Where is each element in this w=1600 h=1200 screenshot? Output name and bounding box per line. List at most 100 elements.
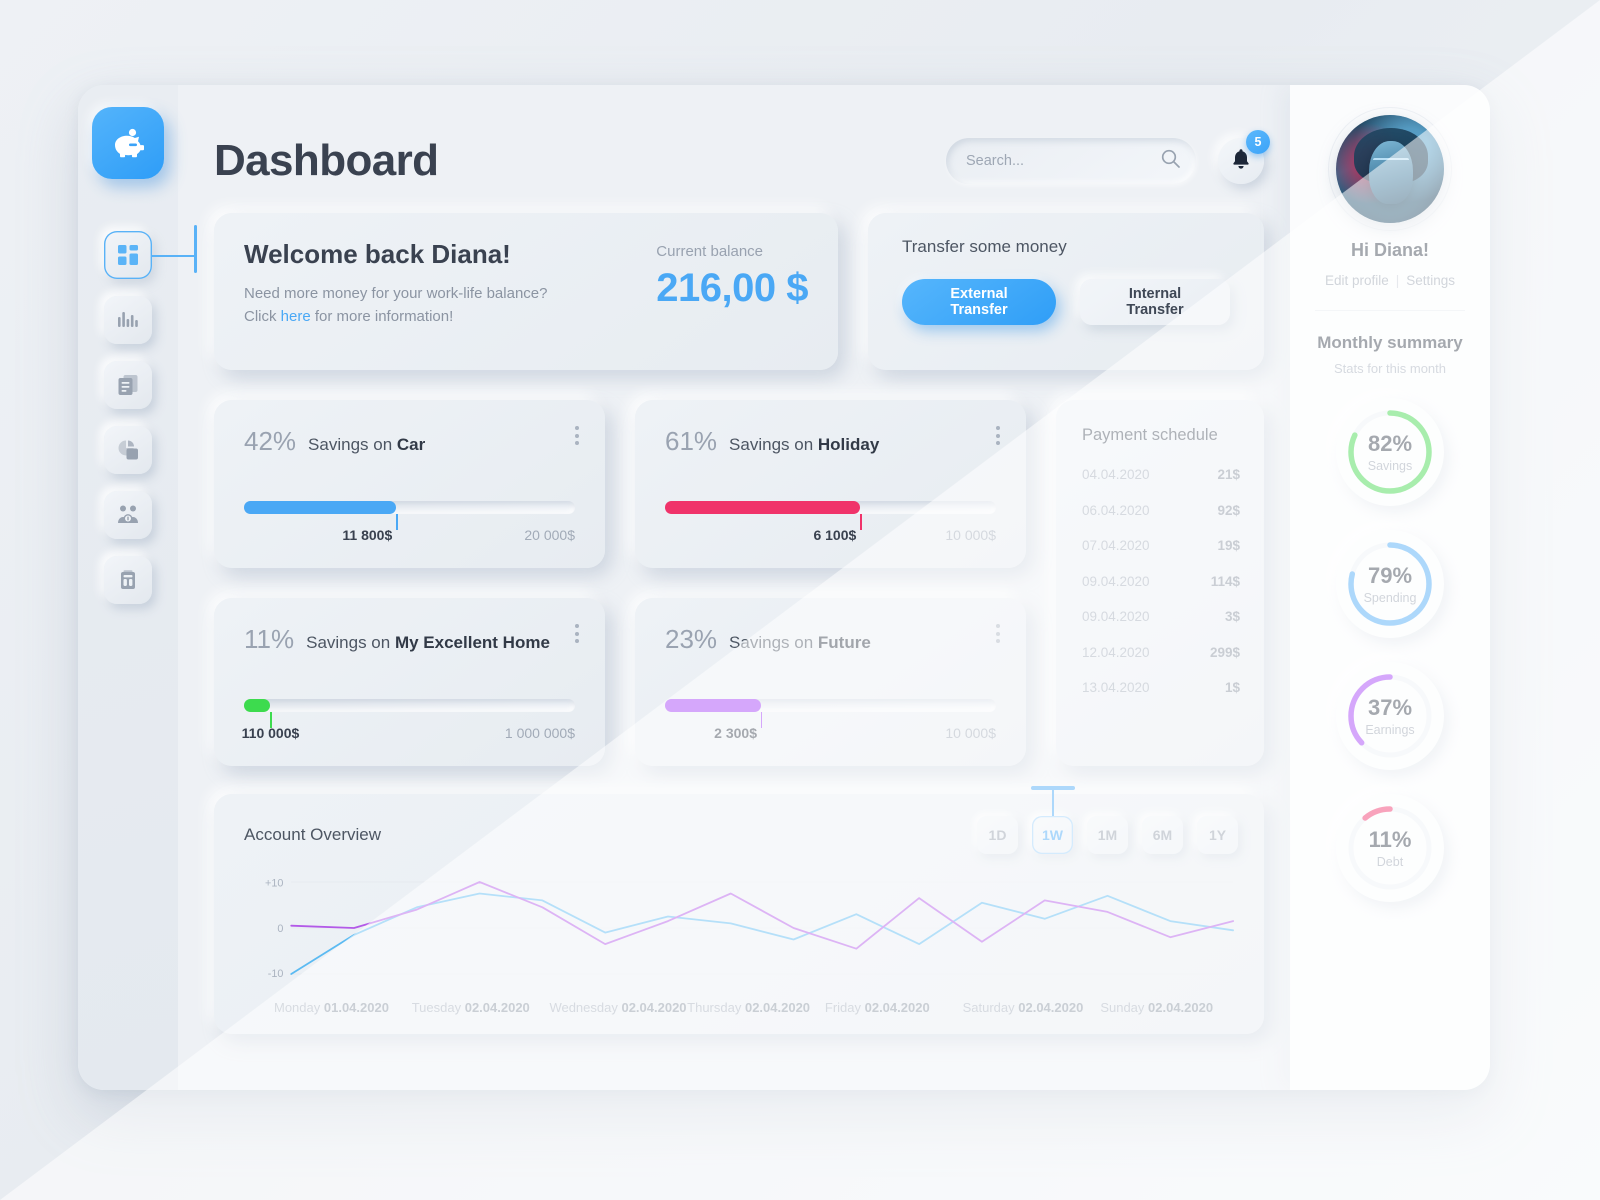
payment-amount: 19$ <box>1217 538 1240 553</box>
summary-rings: 82% Savings 79% Spending 37% Earnings 11% Debt <box>1336 398 1444 902</box>
range-button-1d[interactable]: 1D <box>977 816 1018 854</box>
account-overview-chart: +10 0 -10 <box>244 868 1238 988</box>
header-actions: 5 <box>946 130 1270 184</box>
internal-transfer-button[interactable]: Internal Transfer <box>1080 279 1230 325</box>
settings-link[interactable]: Settings <box>1406 273 1455 288</box>
chart-x-label-day: Sunday <box>1100 1000 1149 1015</box>
savings-progress-tick <box>760 712 763 728</box>
chart-x-label: Sunday 02.04.2020 <box>1100 1000 1238 1015</box>
chart-y-tick: -10 <box>268 968 284 980</box>
welcome-line-1: Need more money for your work-life balan… <box>244 285 548 302</box>
chart-x-label-day: Wednesday <box>549 1000 622 1015</box>
sidebar-item-documents[interactable] <box>104 361 152 409</box>
welcome-title: Welcome back Diana! <box>244 239 511 269</box>
ring-percent: 79% <box>1367 563 1413 588</box>
sidebar-item-analytics[interactable] <box>104 296 152 344</box>
savings-label: Savings on My Excellent Home <box>306 633 550 653</box>
payment-date: 04.04.2020 <box>1082 467 1150 482</box>
payment-schedule-list: 04.04.2020 21$ 06.04.2020 92$ 07.04.2020 19$ 0… <box>1082 467 1240 695</box>
sidebar-item-dashboard[interactable] <box>104 225 197 279</box>
savings-name: My Excellent Home <box>394 633 550 652</box>
card-menu-icon[interactable] <box>996 426 1000 445</box>
savings-progress-fill <box>244 699 271 712</box>
sidebar-item-atm[interactable] <box>104 556 152 604</box>
more-information-link[interactable]: here <box>281 308 311 325</box>
card-menu-icon[interactable] <box>575 426 579 445</box>
chart-x-label-day: Thursday <box>687 1000 745 1015</box>
savings-progress-track[interactable]: 110 000$ 1 000 000$ <box>242 699 575 741</box>
external-transfer-button[interactable]: External Transfer <box>902 279 1057 325</box>
range-button-6m[interactable]: 6M <box>1142 816 1183 854</box>
piggy-bank-icon[interactable] <box>92 107 164 179</box>
payment-amount: 92$ <box>1217 502 1240 518</box>
payment-row[interactable]: 12.04.2020 299$ <box>1082 645 1240 660</box>
chart-x-label-day: Saturday <box>962 1000 1019 1015</box>
savings-progress-tick <box>860 514 862 530</box>
savings-label: Savings on Future <box>729 633 871 653</box>
payment-row[interactable]: 06.04.2020 92$ <box>1082 503 1240 518</box>
range-selector: 1D 1W 1M 6M 1Y <box>977 816 1238 854</box>
payment-amount: 1$ <box>1224 680 1240 695</box>
sidebar-item-customers[interactable] <box>104 491 152 539</box>
search-box[interactable] <box>946 138 1196 184</box>
panel-divider <box>1315 310 1465 311</box>
payment-date: 09.04.2020 <box>1082 573 1150 589</box>
savings-progress-track[interactable]: 2 300$ 10 000$ <box>665 699 996 741</box>
savings-prefix: Savings on <box>308 435 397 454</box>
savings-label: Savings on Car <box>308 435 425 455</box>
chart-y-tick: 0 <box>277 923 283 935</box>
chart-x-label: Thursday 02.04.2020 <box>687 1000 825 1015</box>
sidebar-item-reports[interactable] <box>104 426 152 474</box>
range-button-1w[interactable]: 1W <box>1032 816 1073 854</box>
payment-date: 07.04.2020 <box>1082 538 1150 553</box>
savings-prefix: Savings on <box>729 435 818 454</box>
savings-row-2: 11% Savings on My Excellent Home 110 000… <box>214 598 1026 766</box>
savings-current-amount: 6 100$ <box>813 527 857 543</box>
payment-row[interactable]: 07.04.2020 19$ <box>1082 538 1240 553</box>
profile-greeting: Hi Diana! <box>1350 240 1429 260</box>
chart-x-label-date: 01.04.2020 <box>323 1000 389 1015</box>
search-input[interactable] <box>966 153 1161 169</box>
range-button-1y[interactable]: 1Y <box>1197 816 1238 854</box>
balance-value: 216,00 $ <box>656 266 808 310</box>
bell-icon <box>1231 148 1251 174</box>
current-balance: Current balance 216,00 $ <box>656 239 808 311</box>
savings-progress-track[interactable]: 11 800$ 20 000$ <box>244 501 575 543</box>
payment-row[interactable]: 09.04.2020 114$ <box>1082 574 1240 589</box>
profile-links: Edit profile | Settings <box>1325 273 1455 288</box>
savings-progress-fill <box>665 699 761 712</box>
main-content: Dashboard Search... 5 Welcome back Diana… <box>178 85 1290 1090</box>
savings-progress-track[interactable]: 6 100$ 10 000$ <box>665 501 996 543</box>
payment-amount: 21$ <box>1217 467 1240 482</box>
savings-max-amount: 1 000 000$ <box>504 725 575 741</box>
payment-row[interactable]: 13.04.2020 1$ <box>1082 680 1240 695</box>
savings-prefix: Savings on <box>729 633 818 652</box>
welcome-card: Welcome back Diana! Need more money for … <box>214 213 838 370</box>
edit-profile-link[interactable]: Edit profile <box>1325 273 1389 288</box>
right-panel: Hi Diana! Edit profile | Settings Monthl… <box>1290 85 1490 1090</box>
savings-progress-tick <box>396 514 398 530</box>
range-button-1m[interactable]: 1M <box>1087 816 1128 854</box>
savings-percent: 23% <box>665 624 718 654</box>
ring-percent: 11% <box>1368 827 1412 852</box>
savings-name: Holiday <box>817 435 880 454</box>
welcome-text: Welcome back Diana! Need more money for … <box>244 239 547 329</box>
savings-current-amount: 11 800$ <box>342 527 393 543</box>
chart-x-label: Saturday 02.04.2020 <box>963 1000 1101 1015</box>
payment-date: 06.04.2020 <box>1082 502 1150 518</box>
payment-row[interactable]: 09.04.2020 3$ <box>1082 609 1240 624</box>
card-menu-icon[interactable] <box>996 624 1000 643</box>
mid-row: 42% Savings on Car 11 800$ 20 000$ 61% S… <box>214 400 1264 766</box>
savings-name: Future <box>817 633 871 652</box>
chart-x-label: Wednesday 02.04.2020 <box>549 1000 687 1015</box>
card-menu-icon[interactable] <box>575 624 579 643</box>
avatar[interactable] <box>1336 115 1444 223</box>
welcome-line2-pre: Click <box>244 308 281 326</box>
payment-row[interactable]: 04.04.2020 21$ <box>1082 467 1240 482</box>
chart-x-label: Monday 01.04.2020 <box>274 1000 412 1015</box>
search-icon[interactable] <box>1161 149 1180 173</box>
page-title: Dashboard <box>214 136 439 185</box>
chart-x-label-day: Monday <box>274 1000 324 1015</box>
chart-x-label-date: 02.04.2020 <box>464 1000 530 1015</box>
payment-schedule-card: Payment schedule 04.04.2020 21$ 06.04.2020… <box>1056 400 1264 766</box>
